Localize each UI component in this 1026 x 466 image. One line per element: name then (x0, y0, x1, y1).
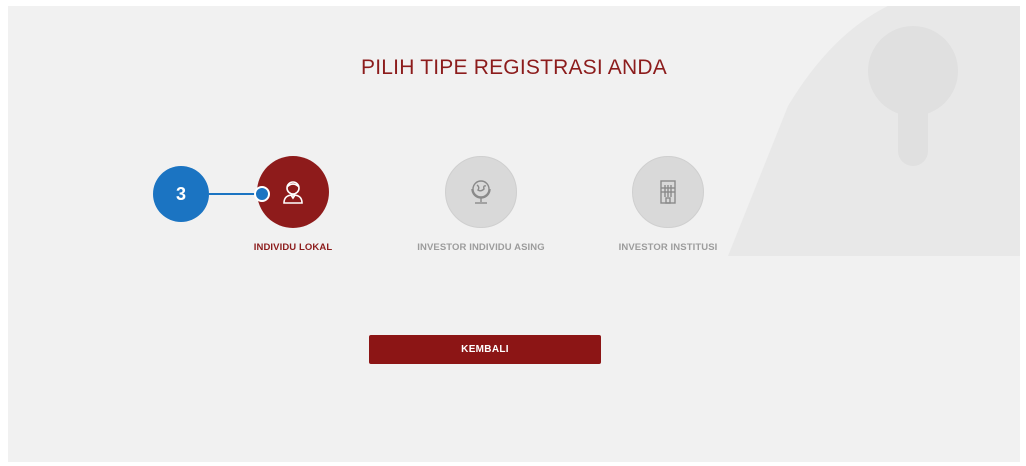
lock-watermark-icon (728, 6, 1020, 256)
option-investor-institusi[interactable]: INVESTOR INSTITUSI (568, 156, 768, 253)
page-title: PILIH TIPE REGISTRASI ANDA (361, 56, 667, 79)
option-investor-individu-asing[interactable]: INVESTOR INDIVIDU ASING (381, 156, 581, 253)
globe-icon (471, 180, 491, 204)
option-circle[interactable] (632, 156, 704, 228)
registration-panel: PILIH TIPE REGISTRASI ANDA INDIVIDU LOKA… (8, 6, 1020, 462)
option-label: INVESTOR INDIVIDU ASING (417, 242, 545, 253)
callout-dot (254, 186, 270, 202)
back-button[interactable]: KEMBALI (369, 335, 601, 364)
option-individu-lokal[interactable]: INDIVIDU LOKAL (193, 156, 393, 253)
building-icon (660, 180, 676, 204)
option-circle[interactable] (445, 156, 517, 228)
callout-line (209, 193, 259, 195)
option-label: INDIVIDU LOKAL (253, 242, 333, 253)
option-label: INVESTOR INSTITUSI (618, 242, 718, 253)
step-number-badge: 3 (153, 166, 209, 222)
person-icon (283, 181, 303, 204)
